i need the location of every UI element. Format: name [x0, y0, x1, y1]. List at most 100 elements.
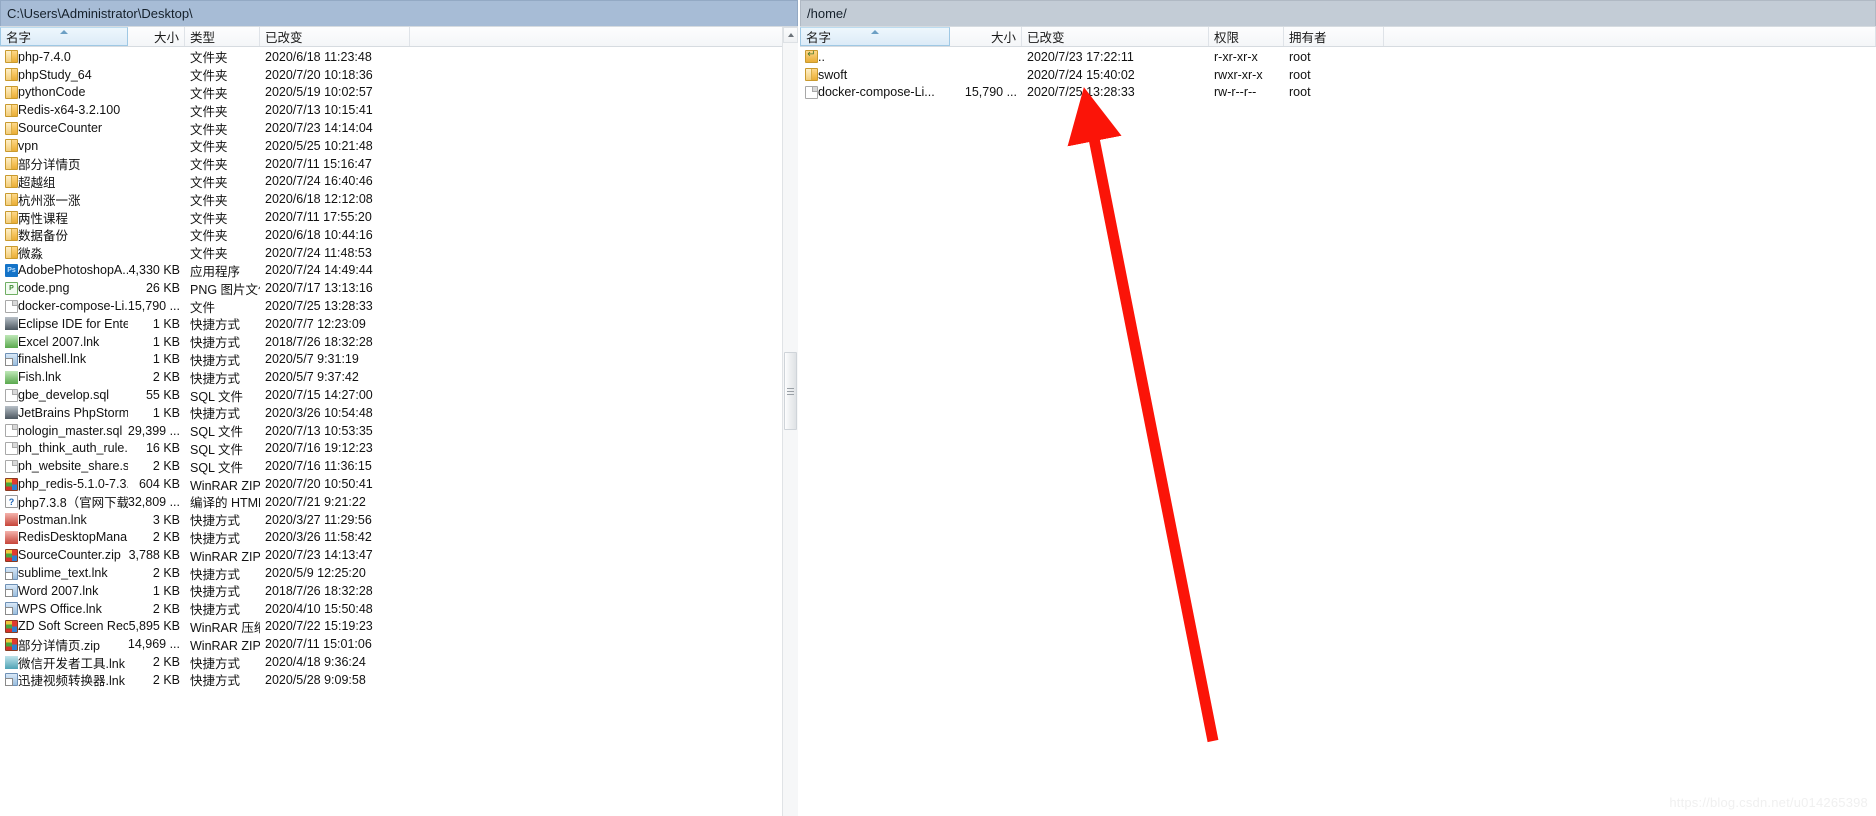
table-row[interactable]: docker-compose-Li... 15,790 ... 2020/7/25 …: [800, 84, 1876, 102]
right_pane-cell-modified: 2020/7/23 17:22:11: [1027, 49, 1134, 64]
local-scroll-thumb[interactable]: [784, 352, 797, 430]
local-file-list[interactable]: php-7.4.0 文件夹 2020/6/18 11:23:48 phpStudy_6…: [0, 48, 798, 816]
remote-col-size[interactable]: 大小: [950, 27, 1022, 46]
left_pane-cell-type: WinRAR ZIP 压缩...: [190, 478, 260, 493]
table-row[interactable]: gbe_develop.sql 55 KB SQL 文件 2020/7/15 14:2…: [0, 386, 798, 404]
table-row[interactable]: Word 2007.lnk 1 KB 快捷方式 2018/7/26 18:32:28: [0, 582, 798, 600]
table-row[interactable]: 微信开发者工具.lnk 2 KB 快捷方式 2020/4/18 9:36:24: [0, 653, 798, 671]
table-row[interactable]: Redis-x64-3.2.100 文件夹 2020/7/13 10:15:41: [0, 101, 798, 119]
table-row[interactable]: Postman.lnk 3 KB 快捷方式 2020/3/27 11:29:56: [0, 511, 798, 529]
left_pane-cell-name: vpn: [0, 139, 128, 153]
left_pane-file-name: RedisDesktopMana...: [18, 530, 128, 545]
table-row[interactable]: 迅捷视频转换器.lnk 2 KB 快捷方式 2020/5/28 9:09:58: [0, 671, 798, 689]
table-row[interactable]: 两性课程 文件夹 2020/7/11 17:55:20: [0, 208, 798, 226]
table-row[interactable]: 超越组 文件夹 2020/7/24 16:40:46: [0, 173, 798, 191]
left_pane-file-name: 部分详情页.zip: [18, 638, 100, 653]
lnk-dark-icon: [5, 317, 18, 331]
local-vertical-scrollbar[interactable]: [782, 27, 798, 816]
local-col-type-label: 类型: [190, 31, 216, 45]
table-row[interactable]: 数据备份 文件夹 2020/6/18 10:44:16: [0, 226, 798, 244]
table-row[interactable]: docker-compose-Li... 15,790 ... 文件 2020/7/2…: [0, 297, 798, 315]
left_pane-file-name: ZD Soft Screen Rec...: [18, 619, 128, 634]
left_pane-cell-name: RedisDesktopMana...: [0, 530, 128, 544]
left_pane-file-name: 迅捷视频转换器.lnk: [18, 674, 125, 689]
left_pane-cell-type: WinRAR ZIP 压缩...: [190, 638, 260, 653]
left_pane-cell-name: nologin_master.sql: [0, 424, 128, 438]
left_pane-cell-name: php7.3.8（官网下载...: [0, 492, 128, 511]
remote-col-permissions[interactable]: 权限: [1209, 27, 1284, 46]
table-row[interactable]: AdobePhotoshopA...4,330 KB 应用程序 2020/7/24 …: [0, 262, 798, 280]
table-row[interactable]: .. 2020/7/23 17:22:11 r-xr-xr-x root: [800, 48, 1876, 66]
left_pane-cell-size: 1 KB: [152, 352, 180, 367]
table-row[interactable]: code.png 26 KB PNG 图片文件 2020/7/17 13:13:16: [0, 279, 798, 297]
rar-icon: [5, 637, 18, 651]
local-col-modified[interactable]: 已改变: [260, 27, 410, 46]
left_pane-cell-type: 快捷方式: [190, 371, 241, 386]
left_pane-cell-size: 1 KB: [152, 316, 180, 331]
table-row[interactable]: pythonCode 文件夹 2020/5/19 10:02:57: [0, 84, 798, 102]
local-col-size-label: 大小: [153, 31, 179, 45]
left_pane-cell-modified: 2018/7/26 18:32:28: [265, 334, 373, 349]
remote-col-owner[interactable]: 拥有者: [1284, 27, 1384, 46]
table-row[interactable]: 部分详情页.zip 14,969 ... WinRAR ZIP 压缩... 2020/…: [0, 635, 798, 653]
right_pane-cell-modified: 2020/7/24 15:40:02: [1027, 67, 1135, 82]
left_pane-cell-name: pythonCode: [0, 85, 128, 99]
left_pane-cell-name: Word 2007.lnk: [0, 584, 128, 598]
doc-icon: [5, 441, 18, 455]
table-row[interactable]: phpStudy_64 文件夹 2020/7/20 10:18:36: [0, 66, 798, 84]
remote-col-modified[interactable]: 已改变: [1022, 27, 1209, 46]
table-row[interactable]: ZD Soft Screen Rec...5,895 KB WinRAR 压缩文件…: [0, 618, 798, 636]
folder-icon: [5, 192, 18, 206]
table-row[interactable]: nologin_master.sql 29,399 ... SQL 文件 2020/7…: [0, 422, 798, 440]
doc-icon: [5, 388, 18, 402]
table-row[interactable]: 杭州涨一涨 文件夹 2020/6/18 12:12:08: [0, 190, 798, 208]
local-column-header: 名字 大小 类型 已改变: [0, 26, 798, 47]
left_pane-cell-modified: 2020/7/21 9:21:22: [265, 494, 366, 509]
table-row[interactable]: Eclipse IDE for Ente... 1 KB 快捷方式 2020/7/7 …: [0, 315, 798, 333]
remote-col-name[interactable]: 名字: [800, 27, 950, 46]
table-row[interactable]: 部分详情页 文件夹 2020/7/11 15:16:47: [0, 155, 798, 173]
sort-ascending-icon: [60, 30, 68, 34]
local-col-name[interactable]: 名字: [0, 27, 128, 46]
local-scroll-up-button[interactable]: [783, 27, 798, 43]
table-row[interactable]: Excel 2007.lnk 1 KB 快捷方式 2018/7/26 18:32:28: [0, 333, 798, 351]
left_pane-cell-size: 14,969 ...: [128, 637, 180, 652]
table-row[interactable]: swoft 2020/7/24 15:40:02 rwxr-xr-x root: [800, 66, 1876, 84]
table-row[interactable]: SourceCounter 文件夹 2020/7/23 14:14:04: [0, 119, 798, 137]
table-row[interactable]: JetBrains PhpStorm... 1 KB 快捷方式 2020/3/26 1…: [0, 404, 798, 422]
table-row[interactable]: ph_website_share.sql 2 KB SQL 文件 2020/7/16 …: [0, 457, 798, 475]
left_pane-cell-type: PNG 图片文件: [190, 282, 260, 297]
rar-icon: [5, 548, 18, 562]
left_pane-cell-type: 快捷方式: [190, 318, 241, 333]
table-row[interactable]: Fish.lnk 2 KB 快捷方式 2020/5/7 9:37:42: [0, 368, 798, 386]
table-row[interactable]: php_redis-5.1.0-7.3... 604 KB WinRAR ZIP 压…: [0, 475, 798, 493]
left_pane-cell-modified: 2020/7/23 14:13:47: [265, 548, 373, 563]
remote-path-bar[interactable]: /home/: [800, 0, 1876, 26]
local-col-size[interactable]: 大小: [128, 27, 185, 46]
local-col-type[interactable]: 类型: [185, 27, 260, 46]
left_pane-file-name: gbe_develop.sql: [18, 388, 110, 403]
table-row[interactable]: finalshell.lnk 1 KB 快捷方式 2020/5/7 9:31:19: [0, 351, 798, 369]
png-icon: [5, 281, 18, 295]
table-row[interactable]: php-7.4.0 文件夹 2020/6/18 11:23:48: [0, 48, 798, 66]
left_pane-cell-size: 26 KB: [145, 281, 180, 296]
left_pane-cell-modified: 2020/7/25 13:28:33: [265, 299, 373, 314]
left_pane-file-name: phpStudy_64: [18, 67, 92, 82]
left_pane-cell-name: php-7.4.0: [0, 50, 128, 64]
table-row[interactable]: 微淼 文件夹 2020/7/24 11:48:53: [0, 244, 798, 262]
table-row[interactable]: sublime_text.lnk 2 KB 快捷方式 2020/5/9 12:25:2…: [0, 564, 798, 582]
local-path-bar[interactable]: C:\Users\Administrator\Desktop\: [0, 0, 798, 26]
left_pane-cell-name: 微信开发者工具.lnk: [0, 653, 128, 672]
table-row[interactable]: php7.3.8（官网下载...32,809 ... 编译的 HTML 帮... 2…: [0, 493, 798, 511]
left_pane-file-name: ph_think_auth_rule.s...: [18, 441, 128, 456]
table-row[interactable]: SourceCounter.zip 3,788 KB WinRAR ZIP 压缩..…: [0, 546, 798, 564]
table-row[interactable]: ph_think_auth_rule.s... 16 KB SQL 文件 2020/7…: [0, 440, 798, 458]
remote-file-list[interactable]: .. 2020/7/23 17:22:11 r-xr-xr-x root swoft 20…: [800, 48, 1876, 816]
left_pane-cell-size: 1 KB: [152, 334, 180, 349]
left_pane-cell-type: 文件夹: [190, 69, 228, 84]
table-row[interactable]: RedisDesktopMana... 2 KB 快捷方式 2020/3/26 11:…: [0, 529, 798, 547]
left_pane-file-name: Excel 2007.lnk: [18, 334, 100, 349]
table-row[interactable]: vpn 文件夹 2020/5/25 10:21:48: [0, 137, 798, 155]
left_pane-cell-name: 部分详情页.zip: [0, 635, 128, 654]
table-row[interactable]: WPS Office.lnk 2 KB 快捷方式 2020/4/10 15:50:48: [0, 600, 798, 618]
